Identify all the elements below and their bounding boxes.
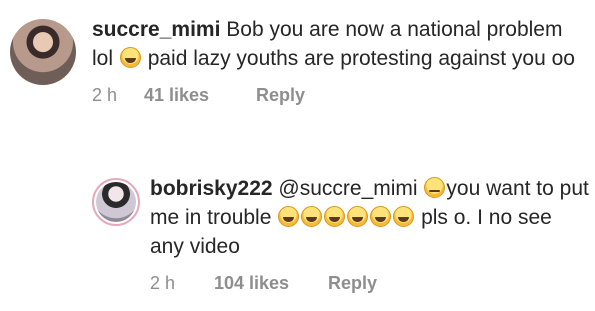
grinning-sweat-face-icon — [301, 206, 323, 227]
comment-text-part: paid lazy youths are protesting against … — [141, 47, 575, 70]
username[interactable]: bobrisky222 — [150, 177, 273, 200]
comment-text: bobrisky222 @succre_mimi you want to put… — [150, 174, 590, 261]
comment-meta: 2 h 41 likes Reply — [92, 85, 582, 106]
reply-button[interactable]: Reply — [328, 273, 377, 294]
grinning-sweat-face-icon — [324, 206, 346, 227]
avatar[interactable] — [10, 19, 76, 85]
username[interactable]: succre_mimi — [92, 18, 220, 41]
grinning-sweat-face-icon — [347, 206, 369, 227]
comment-meta: 2 h 104 likes Reply — [150, 273, 590, 294]
grinning-sweat-face-icon — [278, 206, 300, 227]
grinning-sweat-face-icon — [393, 206, 415, 227]
likes-count[interactable]: 104 likes — [214, 273, 328, 294]
comment-body: bobrisky222 @succre_mimi you want to put… — [150, 174, 590, 294]
comment-text: succre_mimi Bob you are now a national p… — [92, 15, 582, 73]
eye-roll-face-icon — [424, 177, 446, 198]
reply-button[interactable]: Reply — [256, 85, 305, 106]
avatar[interactable] — [92, 178, 140, 226]
grinning-sweat-face-icon — [119, 47, 141, 68]
timestamp: 2 h — [150, 273, 176, 293]
timestamp: 2 h — [92, 85, 118, 105]
comment-body: succre_mimi Bob you are now a national p… — [92, 15, 582, 106]
mention-link[interactable]: @succre_mimi — [273, 177, 424, 200]
likes-count[interactable]: 41 likes — [144, 85, 256, 106]
grinning-sweat-face-icon — [370, 206, 392, 227]
